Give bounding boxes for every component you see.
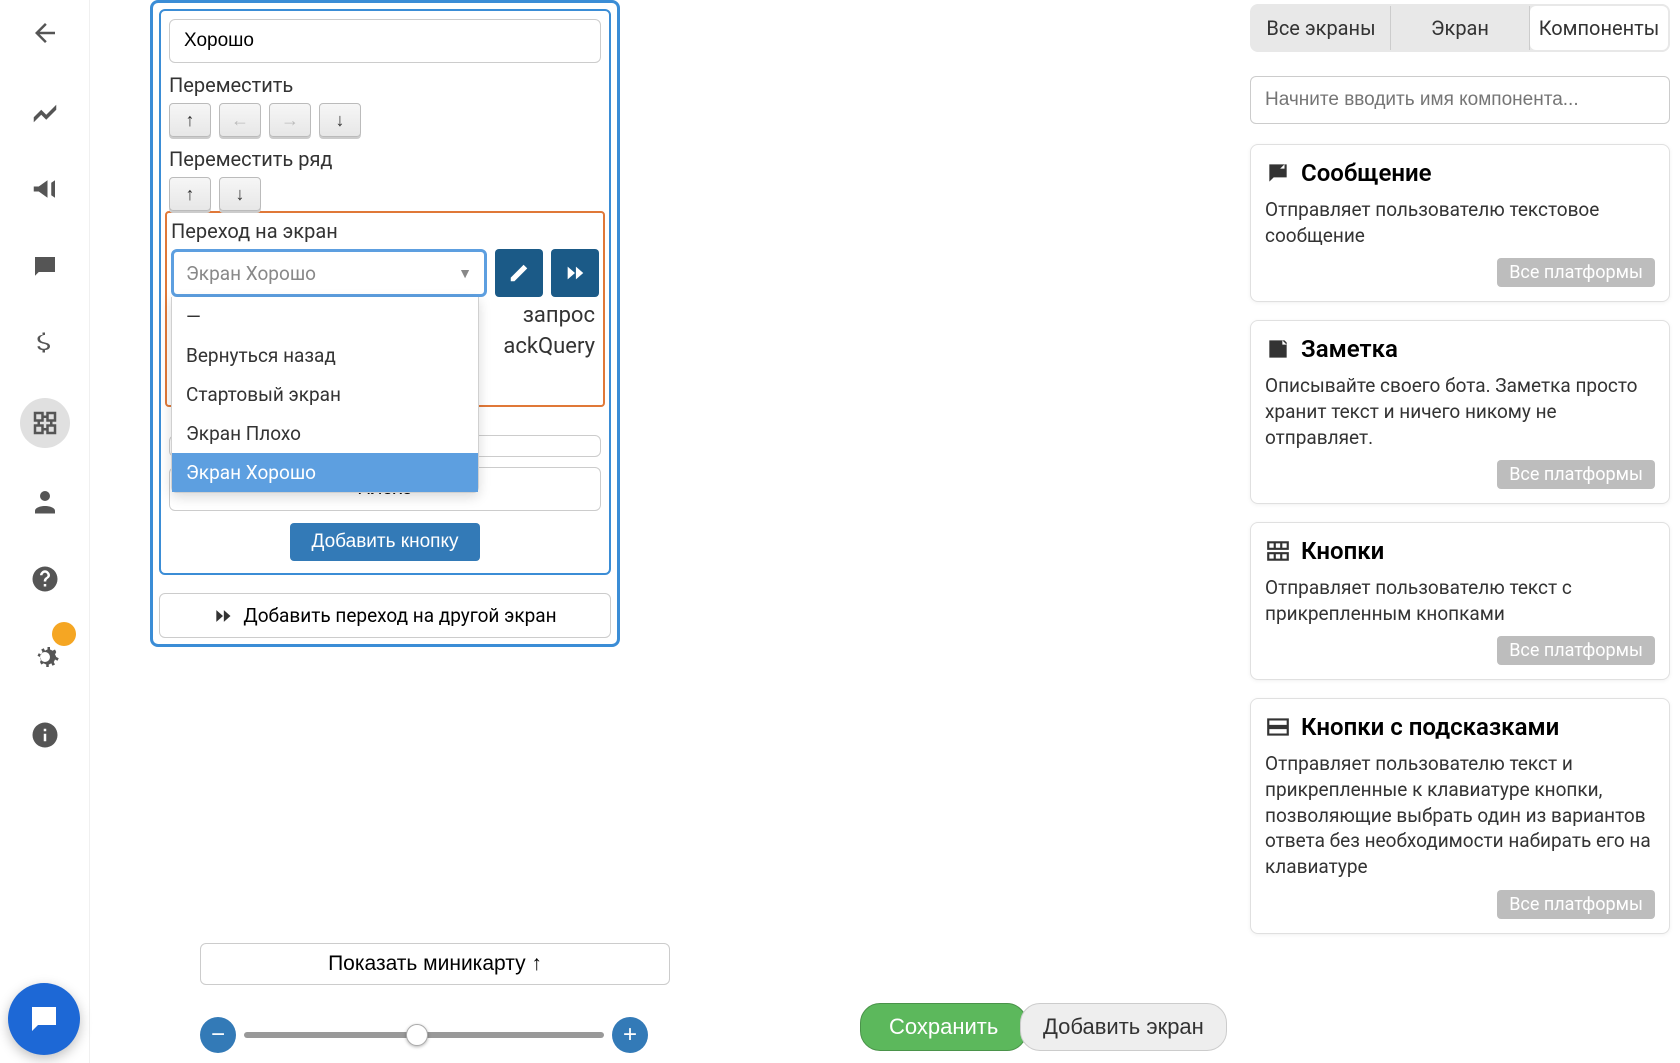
- screen-select[interactable]: Экран Хорошо ▼: [171, 249, 487, 297]
- component-buttons[interactable]: Кнопки Отправляет пользователю текст с п…: [1250, 522, 1670, 680]
- button-text-input[interactable]: [169, 19, 601, 63]
- dropdown-item-back[interactable]: Вернуться назад: [172, 336, 478, 375]
- platform-badge: Все платформы: [1497, 890, 1655, 919]
- platform-badge: Все платформы: [1497, 258, 1655, 287]
- component-note[interactable]: Заметка Описывайте своего бота. Заметка …: [1250, 320, 1670, 504]
- note-icon: [1265, 336, 1291, 362]
- users-icon[interactable]: [20, 476, 70, 526]
- component-search-input[interactable]: [1250, 76, 1670, 124]
- platform-badge: Все платформы: [1497, 636, 1655, 665]
- message-icon: [1265, 160, 1291, 186]
- screen-select-value: Экран Хорошо: [186, 262, 316, 285]
- transition-section: Переход на экран Экран Хорошо ▼ — Вернут…: [165, 211, 605, 407]
- component-hint-buttons[interactable]: Кнопки с подсказками Отправляет пользова…: [1250, 698, 1670, 933]
- tab-components[interactable]: Компоненты: [1530, 6, 1668, 50]
- zoom-slider[interactable]: [244, 1032, 604, 1038]
- question-icon[interactable]: [20, 554, 70, 604]
- move-row-label: Переместить ряд: [169, 147, 601, 171]
- transition-label: Переход на экран: [171, 219, 599, 243]
- component-desc: Отправляет пользователю текст и прикрепл…: [1265, 751, 1655, 879]
- chart-icon[interactable]: [20, 86, 70, 136]
- dropdown-item-bad[interactable]: Экран Плохо: [172, 414, 478, 453]
- dropdown-item-start[interactable]: Стартовый экран: [172, 375, 478, 414]
- notification-badge: [52, 622, 76, 646]
- add-screen-button[interactable]: Добавить экран: [1020, 1003, 1227, 1051]
- chat-icon[interactable]: [20, 242, 70, 292]
- right-panel: Все экраны Экран Компоненты Сообщение От…: [1240, 0, 1680, 1063]
- canvas-icon[interactable]: [20, 398, 70, 448]
- move-row-up-button[interactable]: ↑: [169, 177, 211, 211]
- save-button[interactable]: Сохранить: [860, 1003, 1027, 1051]
- info-icon[interactable]: [20, 710, 70, 760]
- edit-button[interactable]: [495, 249, 543, 297]
- dollar-icon[interactable]: [20, 320, 70, 370]
- component-message[interactable]: Сообщение Отправляет пользователю тексто…: [1250, 144, 1670, 302]
- fast-forward-icon: [213, 606, 233, 626]
- move-right-button: →: [269, 103, 311, 137]
- chat-fab[interactable]: [8, 983, 80, 1055]
- sidebar: [0, 0, 90, 1063]
- component-desc: Отправляет пользователю текст с прикрепл…: [1265, 575, 1655, 626]
- tab-all-screens[interactable]: Все экраны: [1252, 6, 1391, 50]
- zoom-thumb[interactable]: [406, 1024, 428, 1046]
- move-label: Переместить: [169, 73, 601, 97]
- dropdown-item-none[interactable]: —: [172, 297, 478, 336]
- add-button[interactable]: Добавить кнопку: [290, 523, 481, 561]
- grid-icon: [1265, 538, 1291, 564]
- back-icon[interactable]: [20, 8, 70, 58]
- cogs-icon[interactable]: [20, 632, 70, 682]
- component-desc: Отправляет пользователю текстовое сообще…: [1265, 197, 1655, 248]
- editor-canvas: Переместить ↑ ← → ↓ Переместить ряд ↑ ↓ …: [90, 0, 1680, 1063]
- platform-badge: Все платформы: [1497, 460, 1655, 489]
- zoom-out-button[interactable]: −: [200, 1017, 236, 1053]
- jump-button[interactable]: [551, 249, 599, 297]
- move-up-button[interactable]: ↑: [169, 103, 211, 137]
- minimap-button[interactable]: Показать миникарту ↑: [200, 943, 670, 985]
- screen-dropdown: — Вернуться назад Стартовый экран Экран …: [171, 297, 479, 493]
- move-left-button: ←: [219, 103, 261, 137]
- move-row-down-button[interactable]: ↓: [219, 177, 261, 211]
- screen-card: Переместить ↑ ← → ↓ Переместить ряд ↑ ↓ …: [150, 0, 620, 647]
- tabs: Все экраны Экран Компоненты: [1250, 4, 1670, 52]
- rows-icon: [1265, 714, 1291, 740]
- move-down-button[interactable]: ↓: [319, 103, 361, 137]
- component-desc: Описывайте своего бота. Заметка просто х…: [1265, 373, 1655, 450]
- add-transition-button[interactable]: Добавить переход на другой экран: [159, 593, 611, 638]
- chevron-down-icon: ▼: [458, 265, 472, 282]
- tab-screen[interactable]: Экран: [1391, 6, 1530, 50]
- megaphone-icon[interactable]: [20, 164, 70, 214]
- zoom-in-button[interactable]: +: [612, 1017, 648, 1053]
- dropdown-item-good[interactable]: Экран Хорошо: [172, 453, 478, 492]
